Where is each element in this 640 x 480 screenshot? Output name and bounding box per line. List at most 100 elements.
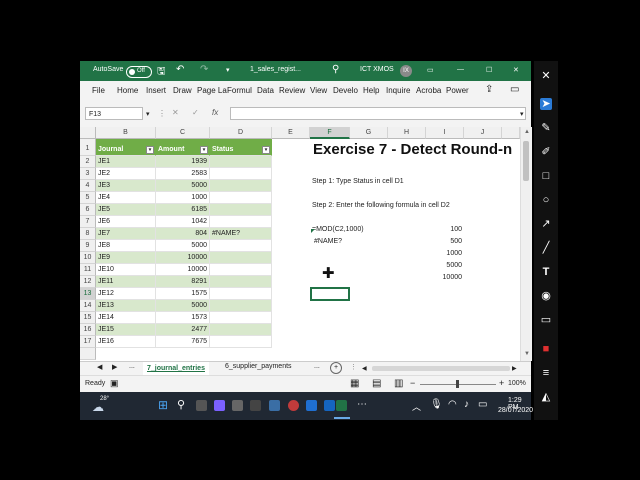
amount-cell[interactable]: 1575 bbox=[156, 288, 210, 300]
zoom-in-button[interactable]: + bbox=[499, 378, 504, 388]
row-header[interactable]: 4 bbox=[80, 180, 96, 192]
status-cell[interactable] bbox=[210, 324, 272, 336]
amount-cell[interactable]: 5000 bbox=[156, 300, 210, 312]
tab-review[interactable]: Review bbox=[279, 86, 305, 95]
record-icon[interactable]: ■ bbox=[540, 343, 552, 355]
tab-view[interactable]: View bbox=[310, 86, 327, 95]
tab-divider-icon[interactable]: ⋮ bbox=[350, 363, 357, 371]
add-sheet-button[interactable]: + bbox=[330, 362, 342, 374]
status-cell[interactable] bbox=[210, 336, 272, 348]
close-button[interactable]: ✕ bbox=[513, 66, 519, 74]
settings-icon[interactable] bbox=[232, 400, 243, 411]
normal-view-icon[interactable]: ▦ bbox=[350, 378, 359, 389]
app-icon[interactable] bbox=[269, 400, 280, 411]
journal-cell[interactable]: JE12 bbox=[96, 288, 156, 300]
note-icon[interactable]: ▭ bbox=[540, 314, 552, 326]
excel-icon[interactable] bbox=[336, 400, 347, 411]
status-cell[interactable] bbox=[210, 240, 272, 252]
amount-cell[interactable]: 2477 bbox=[156, 324, 210, 336]
journal-cell[interactable]: JE14 bbox=[96, 312, 156, 324]
app-icon[interactable] bbox=[250, 400, 261, 411]
status-cell[interactable] bbox=[210, 180, 272, 192]
horizontal-scrollbar[interactable] bbox=[372, 366, 510, 371]
row-header[interactable]: 14 bbox=[80, 300, 96, 312]
accessibility-icon[interactable]: ▣ bbox=[110, 378, 119, 389]
clock-date[interactable]: 28/07/2020 bbox=[498, 407, 533, 414]
amount-cell[interactable]: 10000 bbox=[156, 252, 210, 264]
amount-cell[interactable]: 6185 bbox=[156, 204, 210, 216]
journal-cell[interactable]: JE5 bbox=[96, 204, 156, 216]
fx-icon[interactable]: fx bbox=[212, 108, 218, 117]
outlook-icon[interactable] bbox=[324, 400, 335, 411]
row-header[interactable]: 7 bbox=[80, 216, 96, 228]
pen-icon[interactable]: ✎ bbox=[540, 122, 552, 134]
formula-input[interactable] bbox=[230, 107, 526, 120]
undo-icon[interactable]: ↶ bbox=[176, 64, 184, 75]
comments-icon[interactable]: ▭ bbox=[510, 84, 519, 95]
tab-data[interactable]: Data bbox=[257, 86, 274, 95]
hscroll-right-icon[interactable]: ▶ bbox=[512, 365, 517, 372]
start-icon[interactable]: ⊞ bbox=[158, 398, 168, 412]
circle-icon[interactable]: ○ bbox=[540, 194, 552, 206]
column-header-f[interactable]: F bbox=[310, 127, 350, 139]
row-header[interactable]: 5 bbox=[80, 192, 96, 204]
status-cell[interactable] bbox=[210, 288, 272, 300]
color-icon[interactable]: ◉ bbox=[540, 290, 552, 302]
zoom-out-button[interactable]: − bbox=[410, 378, 415, 388]
app-icon[interactable] bbox=[306, 400, 317, 411]
worksheet-grid[interactable]: B C D E F G H I J 1 2 3 4 5 6 7 8 9 10 1… bbox=[80, 127, 520, 361]
tab-help[interactable]: Help bbox=[363, 86, 379, 95]
menu-icon[interactable]: ≡ bbox=[540, 367, 552, 379]
amount-cell[interactable]: 804 bbox=[156, 228, 210, 240]
amount-cell[interactable]: 1000 bbox=[156, 192, 210, 204]
line-icon[interactable]: ╱ bbox=[540, 242, 552, 254]
maximize-button[interactable]: ☐ bbox=[486, 66, 492, 74]
journal-cell[interactable]: JE3 bbox=[96, 180, 156, 192]
row-header[interactable] bbox=[80, 348, 96, 360]
pointer-icon[interactable]: ➤ bbox=[540, 98, 552, 110]
column-header-d[interactable]: D bbox=[210, 127, 272, 139]
column-header-h[interactable]: H bbox=[388, 127, 426, 139]
tab-home[interactable]: Home bbox=[117, 86, 138, 95]
prev-sheet-icon[interactable]: ◀ bbox=[97, 363, 102, 371]
arrow-icon[interactable]: ↗ bbox=[540, 218, 552, 230]
column-header-g[interactable]: G bbox=[350, 127, 388, 139]
save-icon[interactable]: 🖫 bbox=[157, 64, 166, 81]
highlighter-icon[interactable]: ✐ bbox=[540, 146, 552, 158]
tab-developer[interactable]: Develo bbox=[333, 86, 358, 95]
expand-formula-icon[interactable]: ▾ bbox=[520, 110, 524, 118]
eraser-icon[interactable]: ◭ bbox=[540, 391, 552, 403]
column-header-e[interactable]: E bbox=[272, 127, 310, 139]
scroll-up-icon[interactable]: ▲ bbox=[524, 129, 530, 135]
search-icon[interactable]: ⚲ bbox=[332, 64, 339, 75]
tab-formulas[interactable]: Formul bbox=[227, 86, 252, 95]
amount-cell[interactable]: 1939 bbox=[156, 156, 210, 168]
status-cell[interactable] bbox=[210, 168, 272, 180]
amount-cell[interactable]: 1042 bbox=[156, 216, 210, 228]
close-icon[interactable]: ✕ bbox=[540, 70, 552, 82]
volume-icon[interactable]: ♪ bbox=[464, 399, 469, 410]
journal-cell[interactable]: JE9 bbox=[96, 252, 156, 264]
column-header-c[interactable]: C bbox=[156, 127, 210, 139]
journal-cell[interactable]: JE7 bbox=[96, 228, 156, 240]
customize-qat-icon[interactable]: ▾ bbox=[226, 66, 230, 74]
sheet-tab-more-right[interactable]: ... bbox=[314, 363, 320, 370]
sheet-tab-more-left[interactable]: ... bbox=[129, 363, 135, 370]
journal-cell[interactable]: JE2 bbox=[96, 168, 156, 180]
row-header[interactable]: 15 bbox=[80, 312, 96, 324]
ribbon-options-icon[interactable]: ▭ bbox=[427, 66, 434, 74]
tab-power[interactable]: Power bbox=[446, 86, 469, 95]
column-header-j[interactable]: J bbox=[464, 127, 502, 139]
row-header[interactable]: 17 bbox=[80, 336, 96, 348]
amount-cell[interactable]: 7675 bbox=[156, 336, 210, 348]
column-header-b[interactable]: B bbox=[96, 127, 156, 139]
amount-cell[interactable]: 8291 bbox=[156, 276, 210, 288]
row-header[interactable]: 8 bbox=[80, 228, 96, 240]
selected-cell-f13[interactable] bbox=[310, 287, 350, 301]
filter-dropdown-icon[interactable]: ▾ bbox=[262, 146, 270, 154]
battery-icon[interactable]: ▭ bbox=[478, 399, 487, 410]
tab-page-layout[interactable]: Page La bbox=[197, 86, 227, 95]
journal-cell[interactable]: JE1 bbox=[96, 156, 156, 168]
hscroll-left-icon[interactable]: ◀ bbox=[362, 365, 367, 372]
vertical-scrollbar[interactable]: ▲ ▼ bbox=[520, 127, 532, 361]
